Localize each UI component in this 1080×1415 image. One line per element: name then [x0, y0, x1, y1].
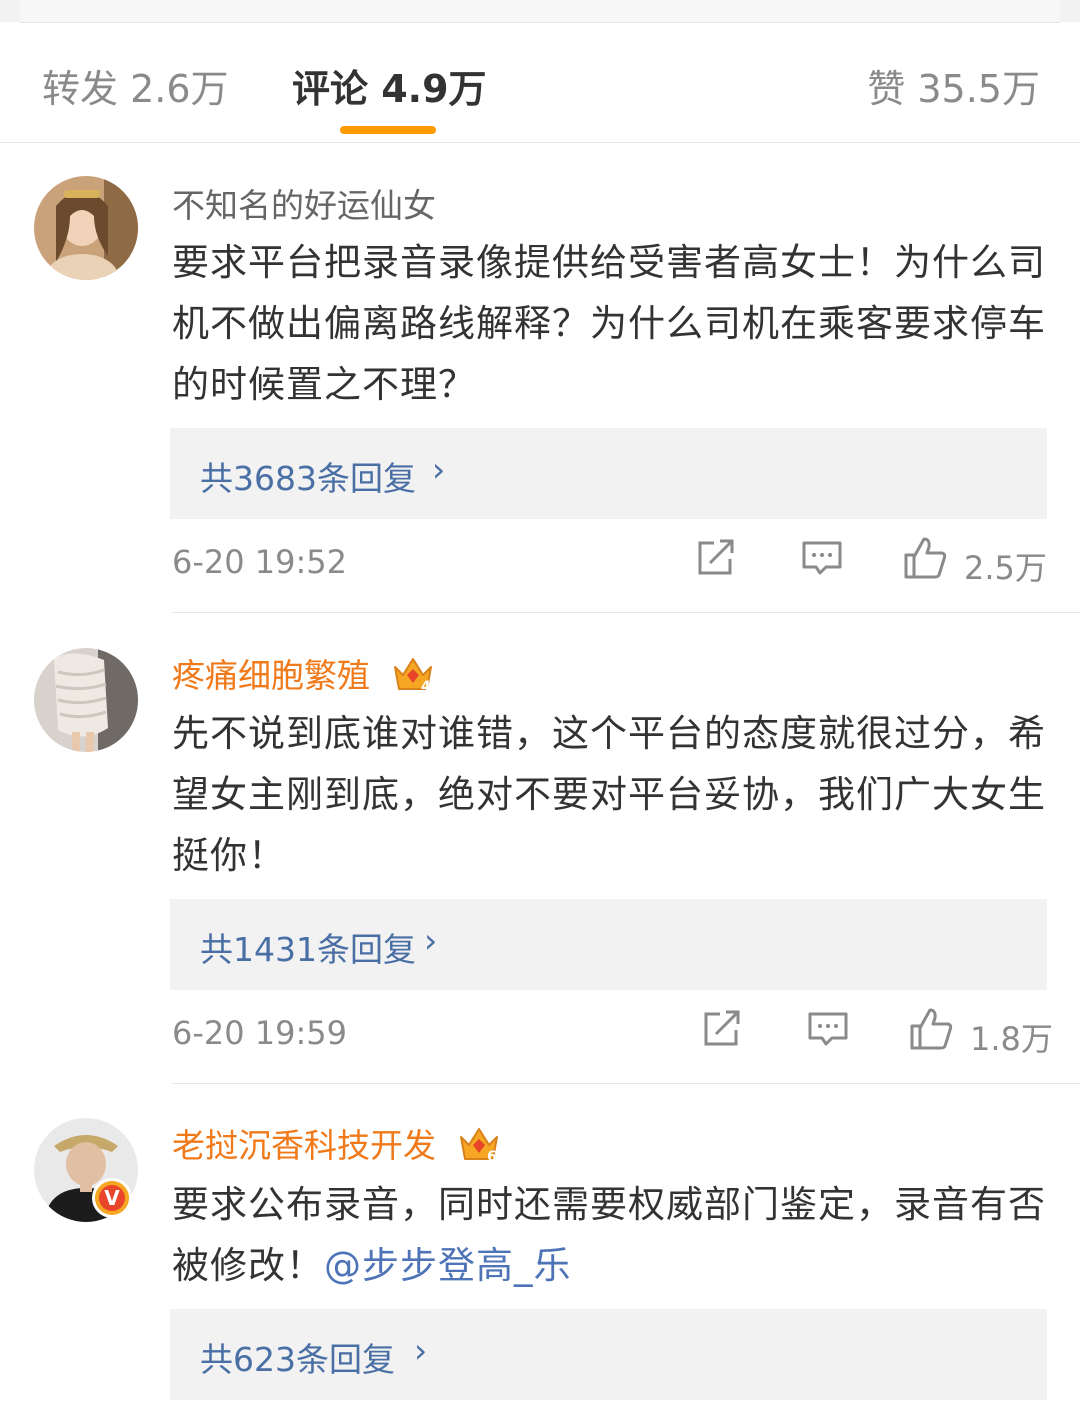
top-strip-inner [20, 0, 1060, 23]
comment-text: 先不说到底谁对谁错，这个平台的态度就很过分，希望女主刚到底，绝对不要对平台妥协，… [172, 712, 1046, 877]
tab-comment[interactable]: 评论 4.9万 [292, 58, 487, 113]
username[interactable]: 不知名的好运仙女 [172, 179, 436, 227]
comment-item: 疼痛细胞繁殖 4 先不说到底谁对谁错，这个平台的态度就很过分，希望女主刚到底，绝… [0, 613, 1080, 1084]
avatar[interactable]: V [34, 1118, 138, 1222]
comment-item: V 老挝沉香科技开发 6 要求公布录音，同时还需要权威部门鉴定，录音有否被修改！… [0, 1083, 1080, 1415]
replies-count: 共1431条回复 [200, 930, 416, 969]
tab-repost[interactable]: 转发 2.6万 [42, 58, 229, 113]
mention-link[interactable]: @步步登高_乐 [324, 1244, 572, 1287]
comment-meta: 6-20 19:52 2.5万 [0, 535, 1080, 595]
thumbs-up-icon[interactable] [902, 535, 948, 585]
username-text: 疼痛细胞繁殖 [172, 656, 370, 695]
avatar[interactable] [34, 176, 138, 280]
like-count: 2.5万 [964, 549, 1047, 587]
tab-bar: 转发 2.6万 评论 4.9万 赞 35.5万 [0, 22, 1080, 143]
top-strip [0, 0, 1080, 23]
replies-link[interactable]: 共1431条回复 › [170, 899, 1047, 990]
avatar-image [34, 648, 138, 752]
verified-badge: V [92, 1178, 132, 1218]
timestamp: 6-20 19:59 [172, 1014, 348, 1052]
avatar[interactable] [34, 648, 138, 752]
comment-meta: 6-20 19:59 1.8万 [0, 1006, 1080, 1066]
comment-text: 要求平台把录音录像提供给受害者高女士！为什么司机不做出偏离路线解释？为什么司机在… [172, 241, 1046, 406]
comment-icon[interactable] [806, 1006, 850, 1054]
chevron-right-icon: › [424, 921, 438, 960]
comment-text: 要求公布录音，同时还需要权威部门鉴定，录音有否被修改！ [172, 1183, 1046, 1287]
replies-count: 共623条回复 [200, 1340, 395, 1379]
like-count: 1.8万 [970, 1020, 1053, 1058]
username[interactable]: 老挝沉香科技开发 6 [172, 1119, 501, 1173]
vip-level: 6 [487, 1149, 497, 1165]
comment-icon[interactable] [800, 535, 844, 583]
chevron-right-icon: › [414, 1331, 428, 1370]
share-icon[interactable] [694, 535, 738, 583]
vip-level: 4 [421, 679, 431, 695]
replies-link[interactable]: 共623条回复 › [170, 1309, 1047, 1400]
replies-count: 共3683条回复 [200, 459, 416, 498]
verified-badge-text: V [99, 1185, 125, 1211]
timestamp: 6-20 19:52 [172, 543, 348, 581]
thumbs-up-icon[interactable] [908, 1006, 954, 1056]
tab-like[interactable]: 赞 35.5万 [867, 58, 1040, 113]
avatar-image [34, 176, 138, 280]
tab-active-indicator [340, 126, 436, 134]
comment-item: 不知名的好运仙女 要求平台把录音录像提供给受害者高女士！为什么司机不做出偏离路线… [0, 143, 1080, 613]
replies-link[interactable]: 共3683条回复 › [170, 428, 1047, 519]
share-icon[interactable] [700, 1006, 744, 1054]
vip-crown-icon: 6 [457, 1123, 501, 1173]
chevron-right-icon: › [432, 450, 446, 489]
comment-text-block: 要求公布录音，同时还需要权威部门鉴定，录音有否被修改！@步步登高_乐 [172, 1174, 1052, 1296]
username[interactable]: 疼痛细胞繁殖 4 [172, 649, 435, 703]
vip-crown-icon: 4 [391, 653, 435, 703]
username-text: 老挝沉香科技开发 [172, 1126, 436, 1165]
